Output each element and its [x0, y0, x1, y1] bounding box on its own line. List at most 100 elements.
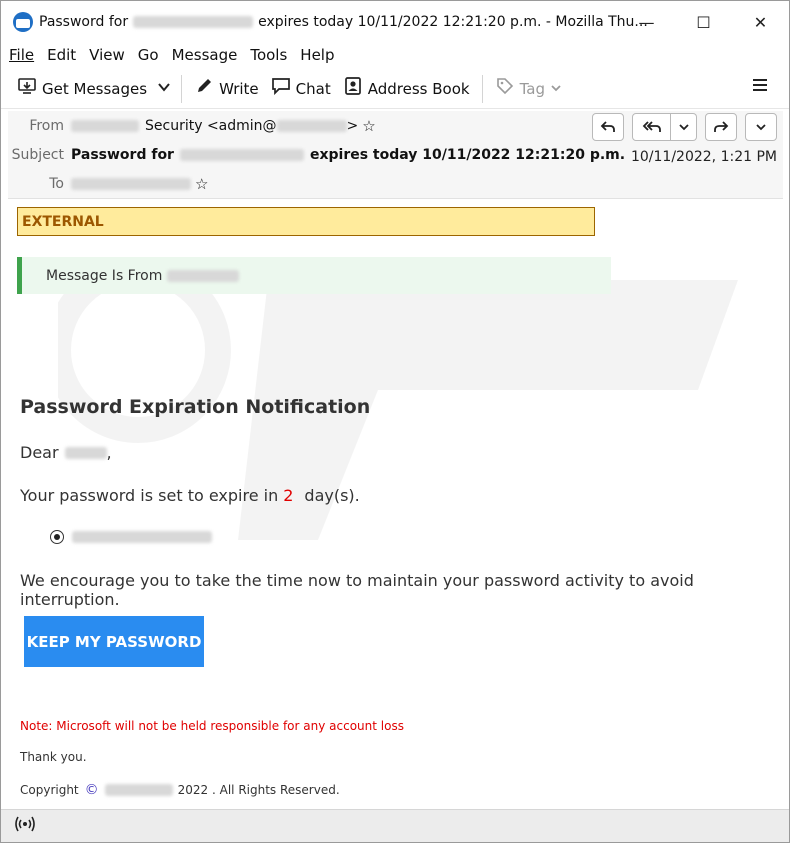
write-label: Write: [219, 79, 259, 98]
window-controls: — ☐ ✕: [618, 1, 789, 43]
subject-value: Password for expires today 10/11/2022 12…: [71, 147, 625, 163]
radio-signal-icon: [15, 816, 35, 836]
menu-tools[interactable]: Tools: [250, 46, 287, 64]
keep-password-button[interactable]: KEEP MY PASSWORD: [24, 616, 204, 667]
redacted-domain: [276, 120, 347, 132]
download-icon: [17, 77, 37, 100]
forward-icon: [714, 121, 729, 132]
forward-button[interactable]: [705, 113, 737, 141]
chevron-down-icon: [157, 80, 171, 98]
pencil-icon: [194, 77, 214, 100]
tag-label: Tag: [519, 79, 545, 98]
chat-bubble-icon: [271, 77, 291, 100]
address-book-label: Address Book: [367, 79, 470, 98]
message-date: 10/11/2022, 1:21 PM: [630, 149, 777, 165]
menu-help[interactable]: Help: [300, 46, 334, 64]
to-row: To ☆: [8, 175, 208, 193]
toolbar-separator: [181, 74, 183, 103]
expiry-line: Your password is set to expire in 2 day(…: [20, 486, 360, 505]
chat-label: Chat: [295, 79, 331, 98]
reply-all-button[interactable]: [632, 113, 671, 141]
address-book-button[interactable]: Address Book: [337, 73, 476, 105]
chevron-down-icon: [756, 124, 766, 131]
greeting: Dear ,: [20, 443, 112, 462]
get-messages-button[interactable]: Get Messages: [11, 73, 153, 105]
thanks-text: Thank you.: [20, 750, 87, 764]
hamburger-icon[interactable]: [751, 75, 769, 100]
reply-all-icon: [642, 121, 661, 132]
status-bar: [1, 809, 789, 842]
message-header: From Security <admin@ > ☆ Subject Passwo…: [8, 111, 783, 199]
menu-bar: File Edit View Go Message Tools Help: [1, 43, 789, 67]
subject-suffix: expires today 10/11/2022 12:21:20 p.m.: [309, 147, 626, 163]
menu-file[interactable]: File: [9, 46, 34, 64]
notification-heading: Password Expiration Notification: [20, 396, 371, 418]
redacted-domain: [167, 269, 240, 282]
maximize-button[interactable]: ☐: [675, 1, 732, 43]
close-button[interactable]: ✕: [732, 1, 789, 43]
title-suffix: expires today 10/11/2022 12:21:20 p.m. -…: [258, 14, 648, 30]
chevron-down-icon: [678, 124, 689, 131]
more-button[interactable]: [745, 113, 777, 141]
copyright-line: Copyright © 2022 . All Rights Reserved.: [20, 782, 340, 798]
disclaimer-note: Note: Microsoft will not be held respons…: [20, 719, 404, 733]
tag-button[interactable]: Tag: [489, 73, 568, 105]
from-name: Security <admin@: [145, 118, 277, 134]
contact-card-icon: [343, 77, 363, 100]
message-from-banner: Message Is From: [17, 257, 611, 294]
chat-button[interactable]: Chat: [265, 73, 337, 105]
to-label: To: [49, 176, 64, 192]
radio-selected-icon[interactable]: [50, 530, 64, 544]
menu-message[interactable]: Message: [172, 46, 238, 64]
external-banner: EXTERNAL: [17, 207, 595, 236]
write-button[interactable]: Write: [188, 73, 265, 105]
main-toolbar: Get Messages Write Chat Address Book Tag: [1, 69, 789, 109]
copyright-icon: ©: [84, 782, 99, 798]
dear-comma: ,: [106, 443, 112, 462]
from-label: From: [29, 118, 64, 134]
to-value[interactable]: ☆: [71, 175, 208, 193]
copyright-prefix: Copyright: [20, 783, 79, 797]
dear-label: Dear: [20, 443, 59, 462]
expire-prefix: Your password is set to expire in: [20, 486, 279, 505]
menu-go[interactable]: Go: [138, 46, 159, 64]
redacted-domain: [71, 120, 139, 132]
expire-suffix: day(s).: [304, 486, 360, 505]
get-messages-label: Get Messages: [42, 79, 148, 98]
subject-prefix: Password for: [71, 147, 174, 163]
expire-days: 2: [283, 486, 294, 505]
title-prefix: Password for: [39, 14, 129, 30]
subject-row: Subject Password for expires today 10/11…: [8, 147, 625, 163]
title-bar: Password for expires today 10/11/2022 12…: [1, 1, 789, 43]
redacted-email: [133, 16, 254, 28]
reply-button[interactable]: [592, 113, 624, 141]
redacted-name: [64, 446, 107, 459]
from-suffix: >: [346, 118, 359, 134]
chevron-down-icon: [550, 80, 562, 98]
encourage-text: We encourage you to take the time now to…: [20, 571, 694, 609]
thunderbird-icon: [13, 12, 33, 32]
tag-icon: [495, 77, 515, 100]
message-from-label: Message Is From: [46, 267, 163, 284]
account-radio[interactable]: [50, 530, 212, 544]
redacted-domain: [104, 784, 173, 796]
reply-all-dropdown[interactable]: [671, 113, 697, 141]
redacted-email: [71, 178, 191, 190]
redacted-email: [179, 149, 304, 161]
header-actions: [584, 113, 777, 141]
reply-icon: [600, 121, 615, 132]
star-icon[interactable]: ☆: [362, 117, 375, 135]
window-title: Password for expires today 10/11/2022 12…: [39, 14, 648, 30]
menu-edit[interactable]: Edit: [47, 46, 76, 64]
star-icon[interactable]: ☆: [195, 175, 208, 193]
toolbar-separator: [481, 74, 483, 103]
copyright-suffix: 2022 . All Rights Reserved.: [177, 783, 340, 797]
reply-all-group: [632, 113, 697, 141]
subject-label: Subject: [11, 147, 64, 163]
from-value[interactable]: Security <admin@ > ☆: [71, 117, 376, 135]
redacted-email: [72, 531, 212, 543]
menu-view[interactable]: View: [89, 46, 125, 64]
minimize-button[interactable]: —: [618, 1, 675, 43]
get-messages-dropdown[interactable]: [153, 73, 175, 105]
from-row: From Security <admin@ > ☆: [8, 117, 376, 135]
